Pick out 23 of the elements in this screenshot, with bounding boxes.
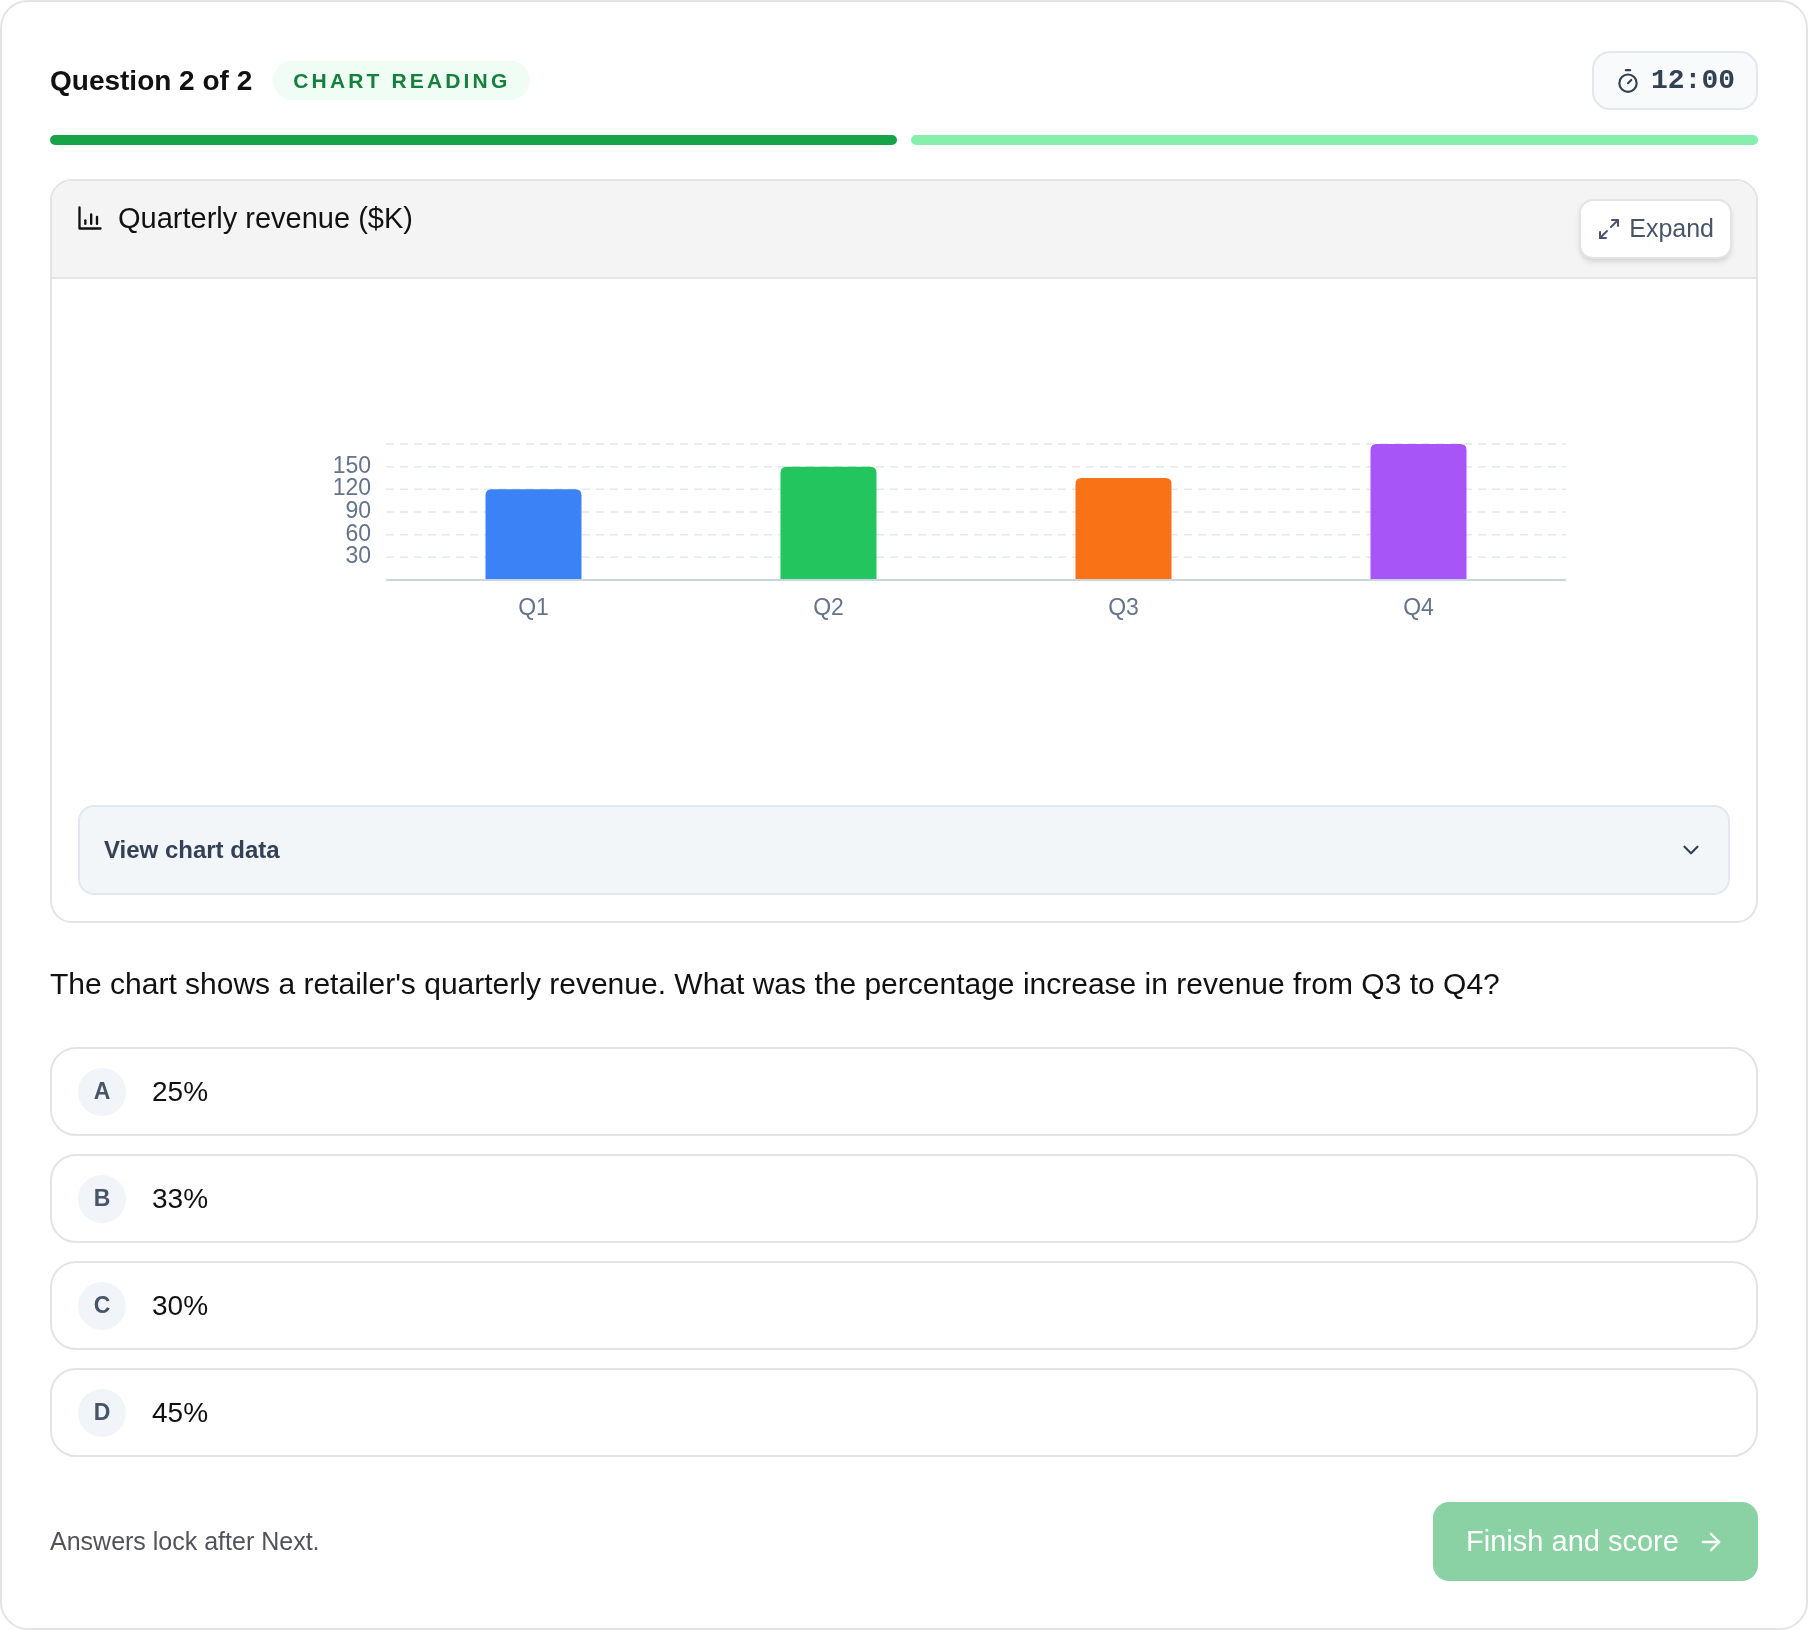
option-letter: D xyxy=(78,1388,126,1437)
x-axis-label: Q2 xyxy=(813,594,844,621)
question-counter: Question 2 of 2 xyxy=(50,63,253,98)
expand-button[interactable]: Expand xyxy=(1579,199,1732,259)
footer-note: Answers lock after Next. xyxy=(50,1525,320,1557)
answer-option[interactable]: D 45% xyxy=(50,1368,1758,1457)
option-letter: A xyxy=(78,1067,126,1116)
answer-option[interactable]: A 25% xyxy=(50,1047,1758,1136)
option-letter: C xyxy=(78,1281,126,1330)
answer-option[interactable]: B 33% xyxy=(50,1154,1758,1243)
stopwatch-icon xyxy=(1615,67,1641,94)
bar-chart-icon xyxy=(76,204,104,232)
view-data-toggle[interactable]: View chart data xyxy=(78,805,1730,895)
question-text: The chart shows a retailer's quarterly revenue. What was the percentage increase in revenue from Q3 to Q4? xyxy=(50,966,1501,1002)
chart-title: Quarterly revenue ($K) xyxy=(118,202,413,234)
option-letter: B xyxy=(78,1174,126,1223)
x-axis-label: Q3 xyxy=(1108,594,1139,621)
timer-text: 12:00 xyxy=(1651,63,1735,98)
answer-option[interactable]: C 30% xyxy=(50,1261,1758,1350)
x-axis-label: Q1 xyxy=(518,594,549,621)
x-axis-label: Q4 xyxy=(1403,594,1434,621)
category-tag: CHART READING xyxy=(273,61,531,100)
expand-icon xyxy=(1597,217,1622,241)
